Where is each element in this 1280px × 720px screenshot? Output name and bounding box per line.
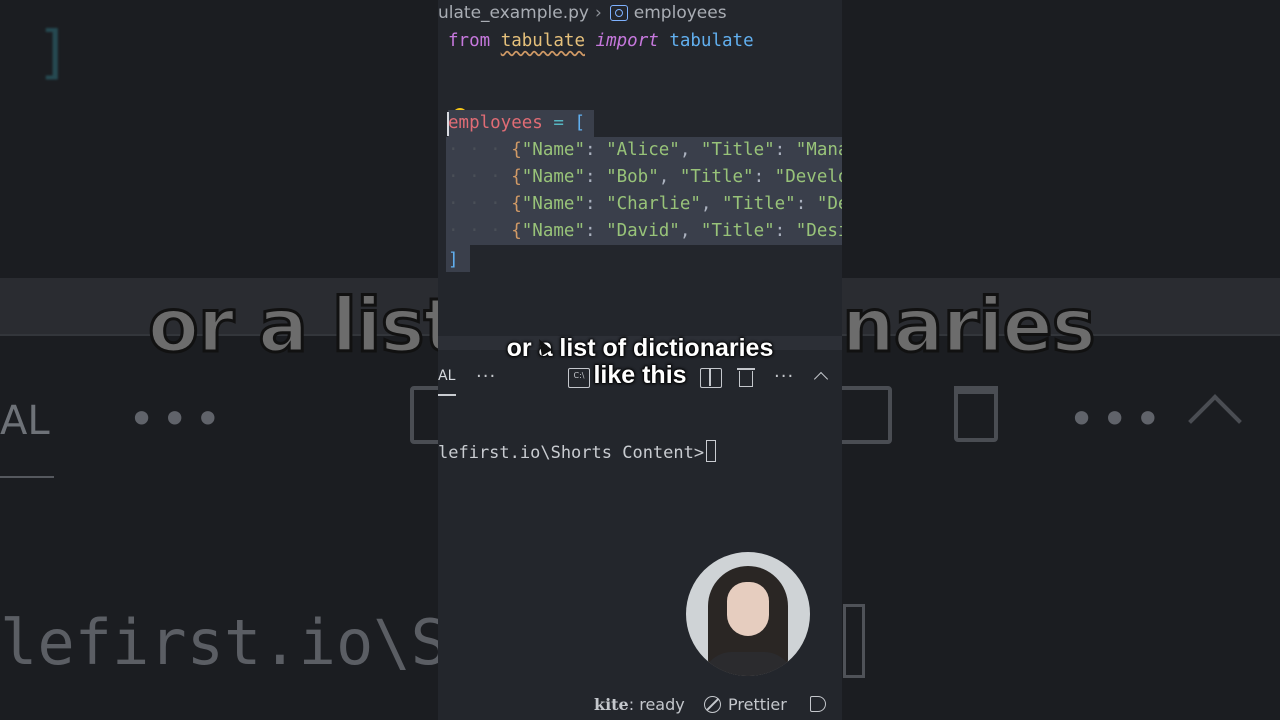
indent-guide: · · · — [448, 194, 512, 214]
background-split-icon — [842, 386, 892, 444]
split-terminal-icon[interactable] — [700, 368, 722, 388]
string-key: "Title" — [679, 167, 754, 187]
string-key: "Title" — [700, 221, 775, 241]
code-line-row: · · · {"Name": "Bob", "Title": "Develo — [448, 164, 842, 191]
string-value: "Alice" — [606, 140, 680, 160]
string-value: "Desi — [795, 221, 842, 241]
colon: : — [774, 140, 796, 160]
code-line-row: · · · {"Name": "Charlie", "Title": "De — [448, 191, 842, 218]
keyword-import: import — [595, 31, 659, 51]
string-key: "Name" — [521, 194, 585, 214]
kite-brand: kite — [594, 695, 629, 714]
presenter-face — [727, 582, 769, 636]
brace: { — [511, 167, 522, 187]
indent-guide: · · · — [448, 167, 512, 187]
tab-terminal[interactable]: AL — [438, 368, 455, 384]
background-terminal-path: lefirst.io\Sho — [0, 606, 438, 679]
background-tab-underline — [0, 476, 54, 478]
module-name: tabulate — [500, 31, 585, 51]
string-key: "Title" — [700, 140, 775, 160]
terminal-cursor — [706, 440, 717, 462]
background-caption-left: or a list — [147, 282, 461, 371]
background-bracket: ] — [36, 18, 71, 86]
comma: , — [679, 221, 701, 241]
string-value: "Charlie" — [606, 194, 701, 214]
colon: : — [584, 194, 607, 214]
kite-status[interactable]: kite: ready — [594, 695, 685, 714]
keyword-from: from — [448, 31, 491, 51]
background-more-icon: ••• — [128, 392, 228, 446]
colon: : — [584, 140, 607, 160]
colon: : — [774, 221, 796, 241]
string-value: "Develo — [774, 167, 842, 187]
prettier-disabled-icon — [704, 696, 721, 713]
more-actions-icon[interactable]: ··· — [476, 366, 496, 387]
background-trash-icon — [954, 386, 998, 442]
assign-operator: = — [542, 113, 575, 133]
background-more-icon-right: ••• — [1068, 392, 1168, 446]
breadcrumb-file[interactable]: ulate_example.py — [438, 3, 589, 23]
kite-status-text: : ready — [628, 695, 685, 714]
background-caption-right: naries — [841, 282, 1098, 371]
string-value: "David" — [606, 221, 680, 241]
prettier-status[interactable]: Prettier — [728, 695, 787, 714]
string-key: "Name" — [521, 167, 585, 187]
code-line-close: ] — [448, 247, 459, 274]
list-open-bracket: [ — [574, 113, 585, 133]
comma: , — [679, 140, 701, 160]
colon: : — [584, 221, 607, 241]
trash-icon[interactable] — [737, 368, 755, 388]
breadcrumb: ulate_example.py › employees — [438, 0, 842, 26]
string-key: "Name" — [521, 221, 585, 241]
active-tab-underline — [438, 394, 456, 396]
brace: { — [511, 194, 522, 214]
import-name: tabulate — [669, 31, 754, 51]
caption-line-1: or a list of dictionaries — [506, 334, 774, 362]
comma: , — [700, 194, 722, 214]
terminal-prompt-path: lefirst.io\Shorts Content> — [438, 443, 705, 463]
chevron-right-icon: › — [594, 3, 602, 23]
string-value: "De — [816, 194, 842, 214]
chevron-up-icon[interactable] — [813, 371, 829, 387]
comma: , — [658, 167, 680, 187]
indent-guide: · · · — [448, 140, 512, 160]
colon: : — [753, 167, 775, 187]
code-line-assign: employees = [ — [448, 110, 585, 137]
code-line-row: · · · {"Name": "Alice", "Title": "Mana — [448, 137, 842, 164]
string-value: "Mana — [795, 140, 842, 160]
indent-guide: · · · — [448, 221, 512, 241]
brace: { — [511, 140, 522, 160]
code-line-import: from tabulate import tabulate — [448, 28, 754, 55]
terminal-more-icon[interactable]: ··· — [774, 366, 794, 387]
background-tab-label: AL — [0, 398, 50, 444]
status-bar: kite: ready Prettier — [438, 690, 842, 720]
background-terminal-cursor — [843, 604, 865, 678]
breadcrumb-symbol[interactable]: employees — [634, 3, 727, 23]
string-value: "Bob" — [606, 167, 659, 187]
string-key: "Name" — [521, 140, 585, 160]
webcam-overlay — [686, 552, 810, 676]
code-line-row: · · · {"Name": "David", "Title": "Desi — [448, 218, 842, 245]
string-key: "Title" — [721, 194, 796, 214]
colon: : — [795, 194, 817, 214]
brace: { — [511, 221, 522, 241]
colon: : — [584, 167, 607, 187]
list-close-bracket: ] — [448, 250, 459, 270]
terminal-prompt[interactable]: lefirst.io\Shorts Content> — [438, 440, 717, 463]
feedback-icon[interactable] — [810, 696, 826, 712]
variable-employees: employees — [448, 113, 543, 133]
background-chevron-icon — [1188, 394, 1242, 448]
caption-line-2: like this — [593, 361, 687, 389]
background-terminal-icon — [410, 386, 438, 444]
variable-symbol-icon — [609, 5, 628, 21]
